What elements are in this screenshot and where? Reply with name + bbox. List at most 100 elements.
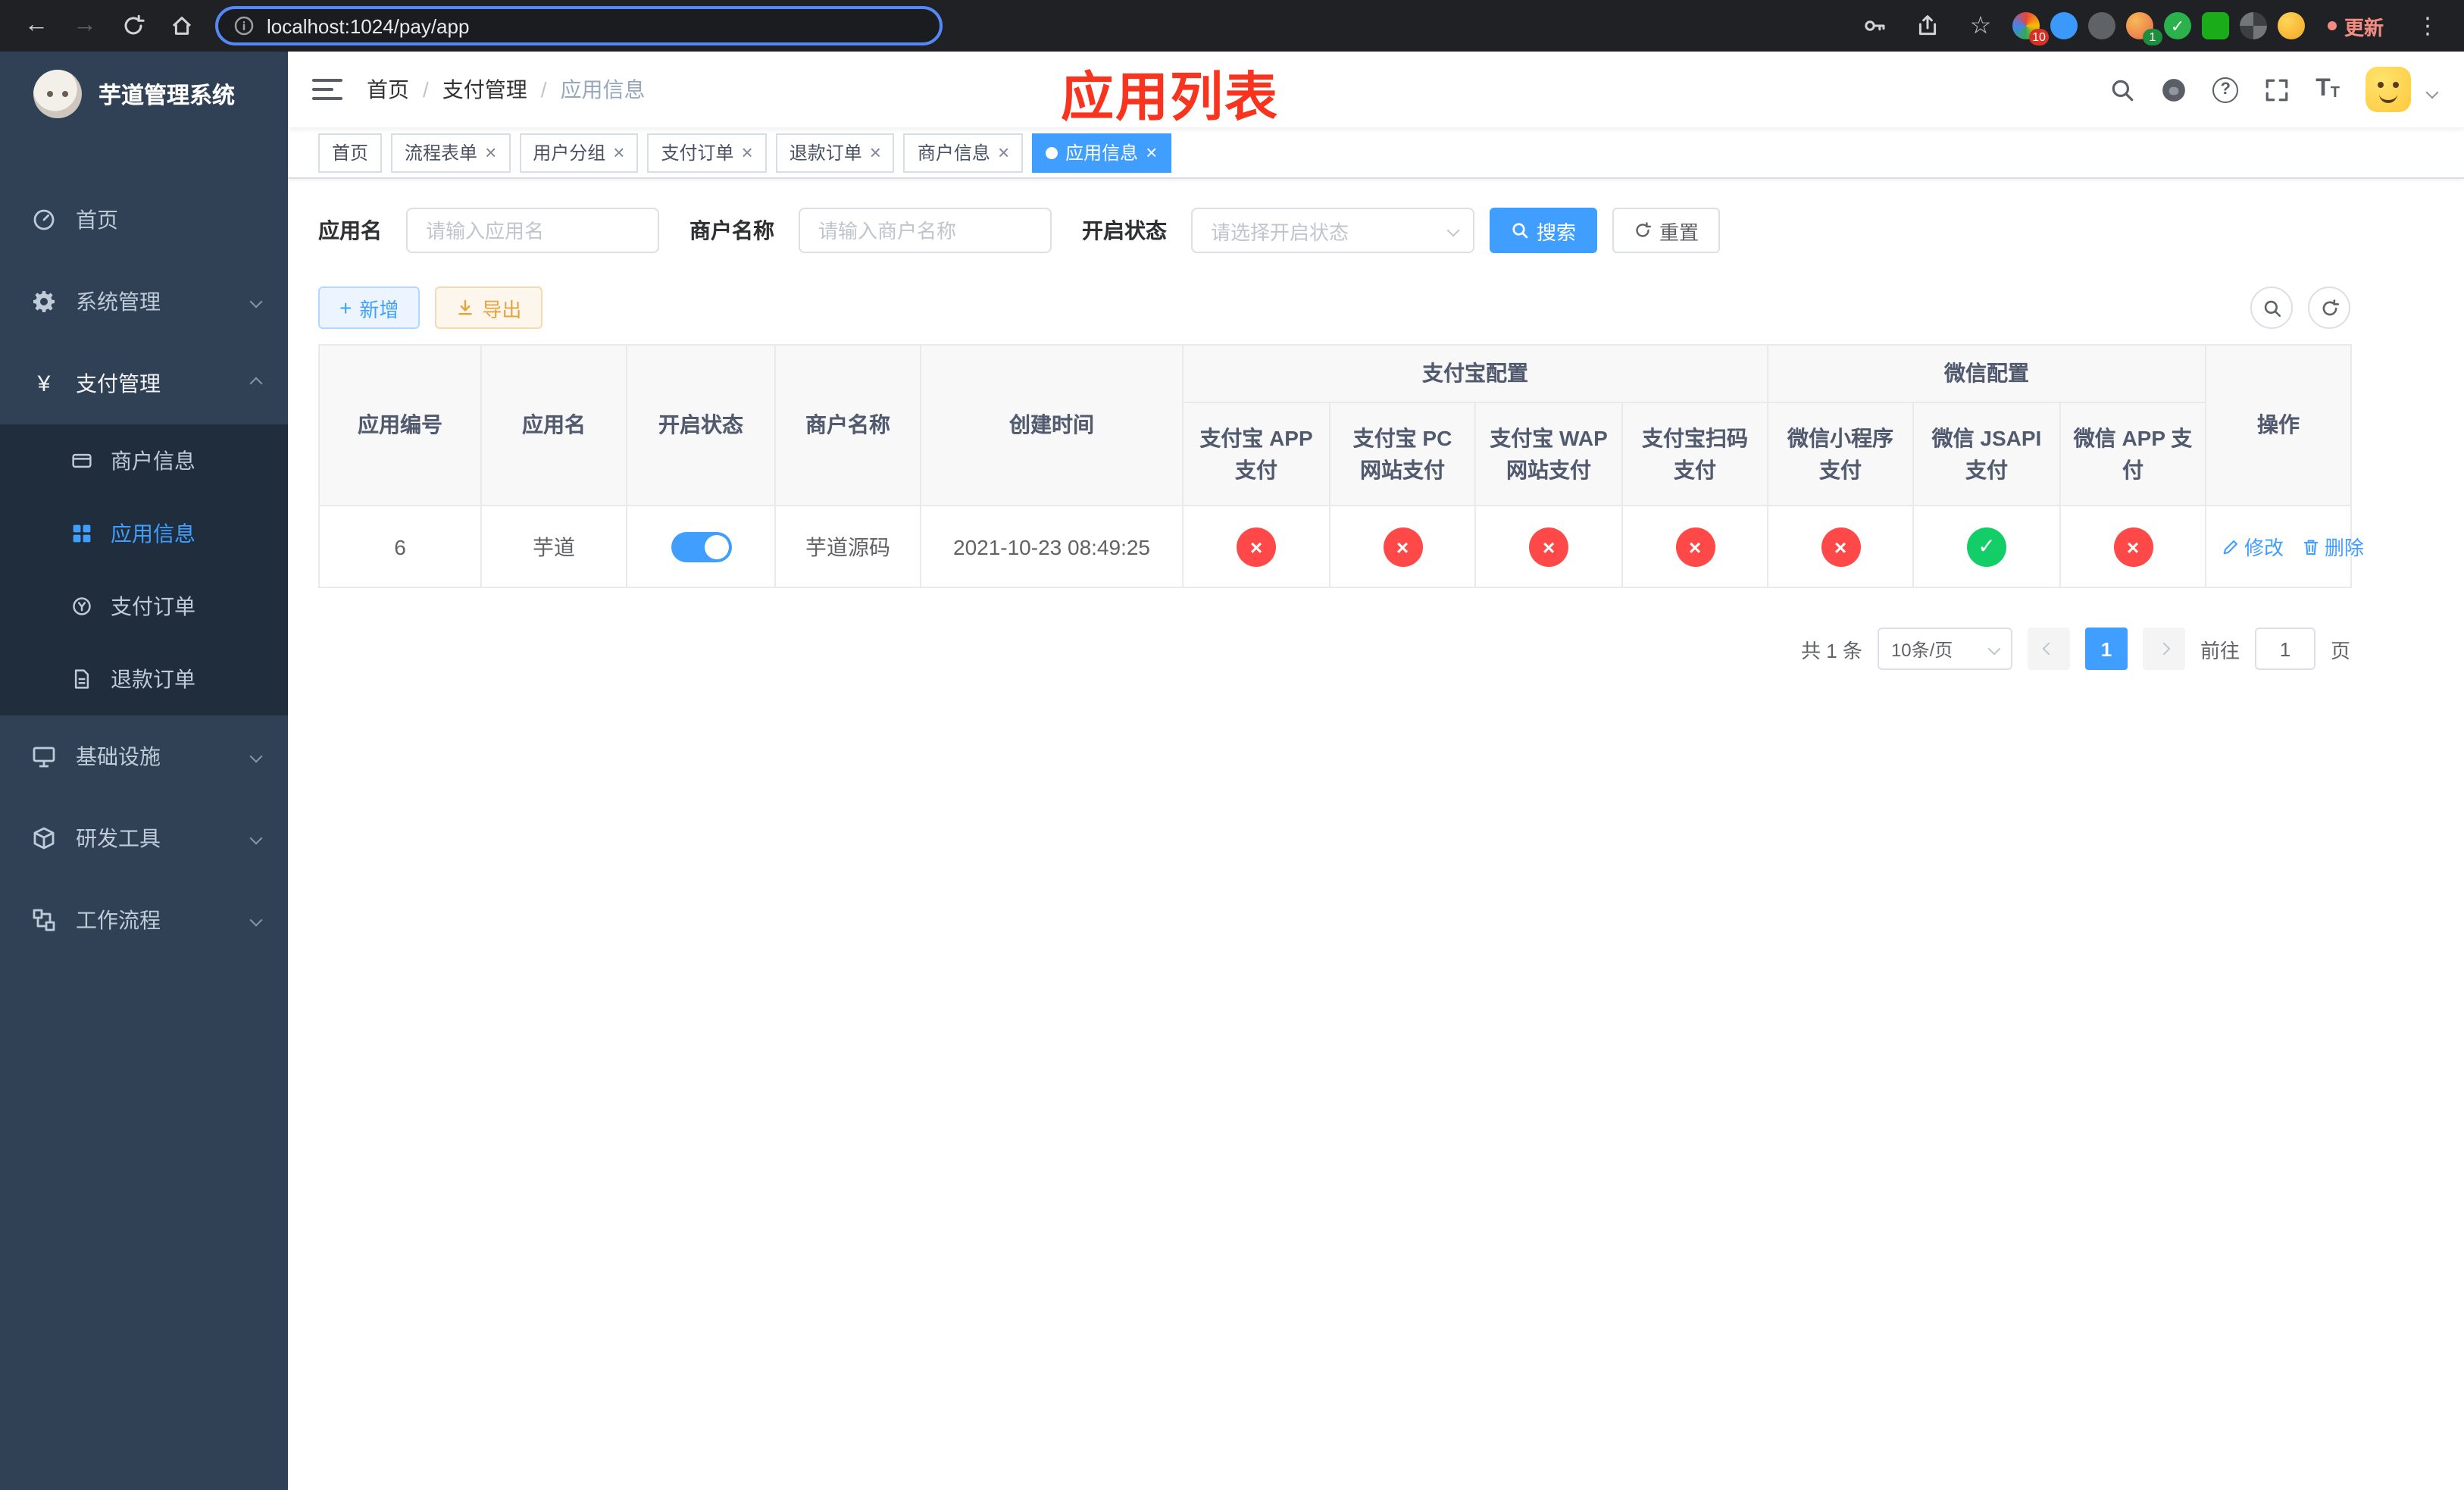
refresh-table-button[interactable] — [2308, 286, 2350, 329]
extension-icon-green-square[interactable] — [2201, 12, 2229, 39]
profile-avatar-icon[interactable] — [2277, 12, 2305, 39]
sidebar-item-pay-orders[interactable]: 支付订单 — [0, 570, 288, 643]
app-table: 应用编号 应用名 开启状态 商户名称 创建时间 支付宝配置 微信配置 操作 支付… — [318, 344, 2364, 588]
help-icon[interactable]: ? — [2212, 77, 2239, 102]
tab-close-icon[interactable]: × — [485, 142, 496, 162]
browser-chrome: ← → localhost:1024/pay/app ☆ 10 1 ✓ 更新 ⋮ — [0, 0, 2464, 52]
site-info-icon[interactable] — [233, 15, 255, 36]
fullscreen-icon[interactable] — [2264, 77, 2290, 102]
col-wechat-app: 微信 APP 支付 — [2059, 402, 2207, 506]
tab-user-group[interactable]: 用户分组 × — [519, 133, 639, 172]
sidebar-item-refund-orders[interactable]: 退款订单 — [0, 643, 288, 715]
toggle-search-button[interactable] — [2250, 286, 2293, 329]
tab-close-icon[interactable]: × — [1146, 142, 1157, 162]
sidebar-item-infrastructure[interactable]: 基础设施 — [0, 715, 288, 797]
alipay-pc-pay-status-icon: × — [1383, 527, 1422, 566]
extension-icon-colorful[interactable]: 10 — [2012, 12, 2049, 45]
tools-icon — [30, 826, 58, 850]
sidebar-item-app-info[interactable]: 应用信息 — [0, 497, 288, 570]
col-status: 开启状态 — [626, 344, 776, 506]
page-number-button[interactable]: 1 — [2084, 628, 2128, 670]
browser-forward-icon[interactable]: → — [64, 5, 106, 47]
breadcrumb: 首页 / 支付管理 / 应用信息 — [367, 74, 646, 105]
share-icon[interactable] — [1906, 5, 1949, 47]
navbar: 首页 / 支付管理 / 应用信息 ? TT — [288, 52, 2464, 127]
breadcrumb-payment[interactable]: 支付管理 — [442, 74, 527, 105]
status-switch[interactable] — [671, 531, 731, 562]
sidebar-item-workflow[interactable]: 工作流程 — [0, 879, 288, 961]
reset-button[interactable]: 重置 — [1612, 208, 1721, 253]
export-button[interactable]: 导出 — [435, 286, 543, 329]
address-bar[interactable]: localhost:1024/pay/app — [215, 6, 943, 45]
tab-app-info[interactable]: 应用信息 × — [1032, 133, 1171, 172]
tab-merchant-info[interactable]: 商户信息 × — [903, 133, 1024, 172]
tab-close-icon[interactable]: × — [998, 142, 1009, 162]
browser-update-button[interactable]: 更新 — [2315, 6, 2396, 45]
wechat-jsapi-pay-status-icon: ✓ — [1967, 527, 2006, 566]
sidebar-toggle-icon[interactable] — [312, 79, 342, 100]
search-button[interactable]: 搜索 — [1490, 208, 1598, 253]
sidebar-item-payment[interactable]: ¥ 支付管理 — [0, 343, 288, 424]
wechat-app-pay-status-icon: × — [2113, 527, 2153, 566]
app-name-input[interactable] — [406, 208, 659, 253]
avatar-caret-icon — [2425, 86, 2439, 99]
sidebar-item-system[interactable]: 系统管理 — [0, 261, 288, 343]
merchant-name-input[interactable] — [799, 208, 1052, 253]
app-logo: 芋道管理系统 — [0, 52, 288, 136]
tab-refund-orders[interactable]: 退款订单 × — [775, 133, 895, 172]
browser-back-icon[interactable]: ← — [15, 5, 58, 47]
browser-menu-icon[interactable]: ⋮ — [2406, 5, 2449, 47]
alipay-wap-pay-status-icon: × — [1529, 527, 1568, 566]
sidebar-item-home[interactable]: 首页 — [0, 179, 288, 261]
extensions-pinwheel-icon[interactable] — [2239, 12, 2267, 39]
github-icon[interactable] — [2161, 77, 2187, 102]
tab-process-form[interactable]: 流程表单 × — [391, 133, 511, 172]
chevron-down-icon — [249, 295, 263, 308]
col-alipay-qr: 支付宝扫码支付 — [1621, 402, 1768, 506]
col-merchant: 商户名称 — [774, 344, 921, 506]
extension-icon-avatar[interactable]: 1 — [2125, 12, 2162, 45]
status-select[interactable]: 请选择开启状态 — [1191, 208, 1474, 253]
user-avatar[interactable] — [2366, 67, 2411, 112]
sidebar-item-dev-tools[interactable]: 研发工具 — [0, 797, 288, 879]
prev-page-button[interactable] — [2027, 628, 2070, 670]
extension-icon-blue[interactable] — [2050, 12, 2078, 39]
goto-page-input[interactable] — [2254, 628, 2315, 670]
extension-badge: 10 — [2028, 29, 2049, 45]
add-button[interactable]: + 新增 — [318, 286, 421, 329]
delete-link[interactable]: 删除 — [2302, 532, 2364, 561]
chevron-down-icon — [1446, 224, 1460, 237]
chevron-down-icon — [1987, 642, 2001, 656]
content: 应用名 商户名称 开启状态 请选择开启状态 搜索 — [288, 179, 2464, 699]
tab-close-icon[interactable]: × — [742, 142, 753, 162]
tab-pay-orders[interactable]: 支付订单 × — [647, 133, 767, 172]
password-key-icon[interactable] — [1853, 5, 1896, 47]
page-size-select[interactable]: 10条/页 — [1877, 628, 2012, 670]
sidebar: 芋道管理系统 首页 系统管理 ¥ 支付管理 商户信息 应用信息 支付订单 退款订… — [0, 52, 288, 1490]
breadcrumb-home[interactable]: 首页 — [367, 74, 409, 105]
status-label: 开启状态 — [1082, 218, 1167, 243]
table-toolbar: + 新增 导出 — [318, 286, 2350, 329]
tab-close-icon[interactable]: × — [613, 142, 624, 162]
col-create-time: 创建时间 — [920, 344, 1184, 506]
browser-reload-icon[interactable] — [112, 5, 155, 47]
search-icon[interactable] — [2109, 77, 2135, 102]
extension-icon-dark[interactable] — [2087, 12, 2115, 39]
col-app-id: 应用编号 — [318, 344, 482, 506]
bookmark-star-icon[interactable]: ☆ — [1959, 5, 2002, 47]
tab-home[interactable]: 首页 — [318, 133, 383, 172]
sidebar-item-merchant-info[interactable]: 商户信息 — [0, 424, 288, 497]
edit-link[interactable]: 修改 — [2222, 532, 2284, 561]
cell-create-time: 2021-10-23 08:49:25 — [920, 505, 1184, 588]
browser-home-icon[interactable] — [161, 5, 203, 47]
cell-merchant: 芋道源码 — [774, 505, 921, 588]
font-size-icon[interactable]: TT — [2315, 77, 2340, 102]
extension-icon-green-check[interactable]: ✓ — [2163, 12, 2191, 39]
cell-status — [626, 505, 776, 588]
col-wechat-jsapi: 微信 JSAPI 支付 — [1912, 402, 2061, 506]
tags-view: 首页 流程表单 × 用户分组 × 支付订单 × 退款订单 × 商户信息 × 应用信息 × — [288, 127, 2464, 179]
next-page-button[interactable] — [2142, 628, 2185, 670]
grid-icon — [70, 523, 94, 544]
chevron-up-icon — [249, 377, 263, 390]
tab-close-icon[interactable]: × — [870, 142, 881, 162]
